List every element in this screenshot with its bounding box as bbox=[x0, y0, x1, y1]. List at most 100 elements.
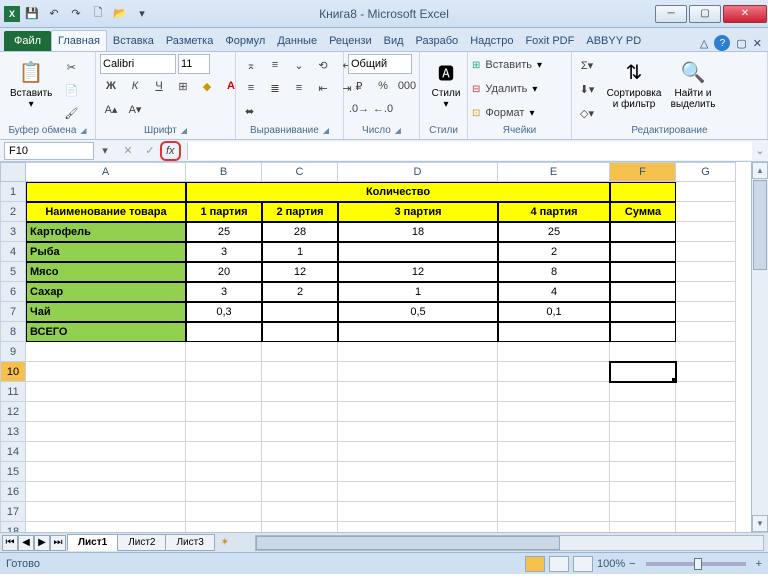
decrease-indent-button[interactable]: ⇤ bbox=[312, 77, 334, 99]
row-header-7[interactable]: 7 bbox=[0, 302, 26, 322]
row-header-4[interactable]: 4 bbox=[0, 242, 26, 262]
zoom-out-button[interactable]: − bbox=[629, 558, 635, 570]
column-header-D[interactable]: D bbox=[338, 162, 498, 182]
align-right-button[interactable]: ≡ bbox=[288, 77, 310, 99]
tab-home[interactable]: Главная bbox=[51, 30, 107, 51]
fill-color-button[interactable]: ◆ bbox=[196, 75, 218, 97]
cell-value[interactable]: 1 bbox=[338, 282, 498, 302]
cell-value[interactable]: 8 bbox=[498, 262, 610, 282]
cell[interactable] bbox=[186, 402, 262, 422]
bold-button[interactable]: Ж bbox=[100, 75, 122, 97]
cell-value[interactable]: 0,5 bbox=[338, 302, 498, 322]
cell-value[interactable]: 25 bbox=[498, 222, 610, 242]
font-size-select[interactable] bbox=[178, 54, 210, 74]
cell-total[interactable] bbox=[262, 322, 338, 342]
zoom-slider[interactable] bbox=[646, 562, 746, 566]
increase-font-button[interactable]: A▴ bbox=[100, 98, 122, 120]
row-header-3[interactable]: 3 bbox=[0, 222, 26, 242]
qat-open-button[interactable]: 📂 bbox=[110, 4, 130, 24]
cell[interactable] bbox=[262, 482, 338, 502]
cell[interactable] bbox=[186, 422, 262, 442]
cell[interactable] bbox=[498, 422, 610, 442]
tab-foxit[interactable]: Foxit PDF bbox=[519, 31, 580, 51]
underline-button[interactable]: Ч bbox=[148, 75, 170, 97]
cell[interactable] bbox=[262, 422, 338, 442]
cell-value[interactable]: 2 bbox=[498, 242, 610, 262]
zoom-in-button[interactable]: + bbox=[756, 558, 762, 570]
header-name[interactable]: Наименование товара bbox=[26, 202, 186, 222]
sheet-tab-3[interactable]: Лист3 bbox=[165, 534, 214, 551]
product-name[interactable]: Сахар bbox=[26, 282, 186, 302]
cell-value[interactable]: 0,3 bbox=[186, 302, 262, 322]
format-painter-button[interactable]: 🖌 bbox=[60, 102, 82, 124]
align-middle-button[interactable]: ≡ bbox=[264, 54, 286, 76]
cell-total[interactable] bbox=[498, 322, 610, 342]
header-batch2[interactable]: 2 партия bbox=[262, 202, 338, 222]
cell[interactable] bbox=[186, 482, 262, 502]
row-header-13[interactable]: 13 bbox=[0, 422, 26, 442]
currency-button[interactable]: ₽ bbox=[348, 75, 370, 97]
cell[interactable] bbox=[262, 442, 338, 462]
format-cells-button[interactable]: Формат bbox=[482, 102, 527, 124]
cell[interactable] bbox=[186, 382, 262, 402]
cell-value[interactable]: 18 bbox=[338, 222, 498, 242]
cell[interactable] bbox=[676, 482, 736, 502]
sheet-tab-1[interactable]: Лист1 bbox=[67, 534, 118, 551]
cell-value[interactable]: 12 bbox=[262, 262, 338, 282]
cell[interactable] bbox=[676, 242, 736, 262]
sheet-nav-next[interactable]: ▶ bbox=[34, 535, 50, 551]
cell-value[interactable]: 1 bbox=[262, 242, 338, 262]
cell[interactable] bbox=[610, 522, 676, 532]
cell[interactable] bbox=[26, 362, 186, 382]
cell[interactable] bbox=[498, 442, 610, 462]
active-cell[interactable] bbox=[610, 362, 676, 382]
cell[interactable] bbox=[498, 382, 610, 402]
row-header-17[interactable]: 17 bbox=[0, 502, 26, 522]
tab-abbyy[interactable]: ABBYY PD bbox=[580, 31, 647, 51]
minimize-button[interactable]: ─ bbox=[655, 5, 687, 23]
zoom-level[interactable]: 100% bbox=[597, 558, 625, 570]
column-header-B[interactable]: B bbox=[186, 162, 262, 182]
vscroll-thumb[interactable] bbox=[753, 180, 767, 270]
tab-addins[interactable]: Надстро bbox=[464, 31, 519, 51]
cell[interactable] bbox=[676, 222, 736, 242]
cell[interactable] bbox=[676, 282, 736, 302]
cell-sum[interactable] bbox=[610, 222, 676, 242]
row-header-1[interactable]: 1 bbox=[0, 182, 26, 202]
border-button[interactable]: ⊞ bbox=[172, 75, 194, 97]
cell-G1[interactable] bbox=[676, 182, 736, 202]
cell[interactable] bbox=[186, 502, 262, 522]
cell[interactable] bbox=[610, 382, 676, 402]
cell[interactable] bbox=[610, 342, 676, 362]
sheet-tab-2[interactable]: Лист2 bbox=[117, 534, 166, 551]
horizontal-scrollbar[interactable] bbox=[255, 535, 764, 551]
cell[interactable] bbox=[498, 402, 610, 422]
cell-value[interactable]: 12 bbox=[338, 262, 498, 282]
cell[interactable] bbox=[610, 422, 676, 442]
styles-button[interactable]: 🅰 Стили ▾ bbox=[424, 54, 468, 112]
percent-button[interactable]: % bbox=[372, 75, 394, 97]
column-header-A[interactable]: A bbox=[26, 162, 186, 182]
product-name[interactable]: Картофель bbox=[26, 222, 186, 242]
header-sum[interactable]: Сумма bbox=[610, 202, 676, 222]
cell-value[interactable]: 3 bbox=[186, 282, 262, 302]
cell-value[interactable]: 28 bbox=[262, 222, 338, 242]
insert-cells-button[interactable]: Вставить bbox=[482, 54, 535, 76]
row-header-12[interactable]: 12 bbox=[0, 402, 26, 422]
cell-total[interactable] bbox=[186, 322, 262, 342]
find-select-button[interactable]: 🔍 Найти и выделить bbox=[666, 54, 720, 112]
vertical-scrollbar[interactable]: ▲ ▼ bbox=[751, 162, 768, 532]
zoom-thumb[interactable] bbox=[694, 558, 702, 570]
align-left-button[interactable]: ≡ bbox=[240, 77, 262, 99]
cell[interactable] bbox=[186, 362, 262, 382]
tab-insert[interactable]: Вставка bbox=[107, 31, 160, 51]
cell-value[interactable]: 2 bbox=[262, 282, 338, 302]
cell[interactable] bbox=[676, 462, 736, 482]
decrease-font-button[interactable]: A▾ bbox=[124, 98, 146, 120]
qat-new-button[interactable]: 🗋 bbox=[88, 4, 108, 24]
expand-formula-bar-button[interactable]: ⌄ bbox=[752, 144, 768, 157]
cell[interactable] bbox=[338, 442, 498, 462]
increase-decimal-button[interactable]: .0→ bbox=[348, 98, 370, 120]
cell[interactable] bbox=[262, 502, 338, 522]
cell[interactable] bbox=[26, 402, 186, 422]
